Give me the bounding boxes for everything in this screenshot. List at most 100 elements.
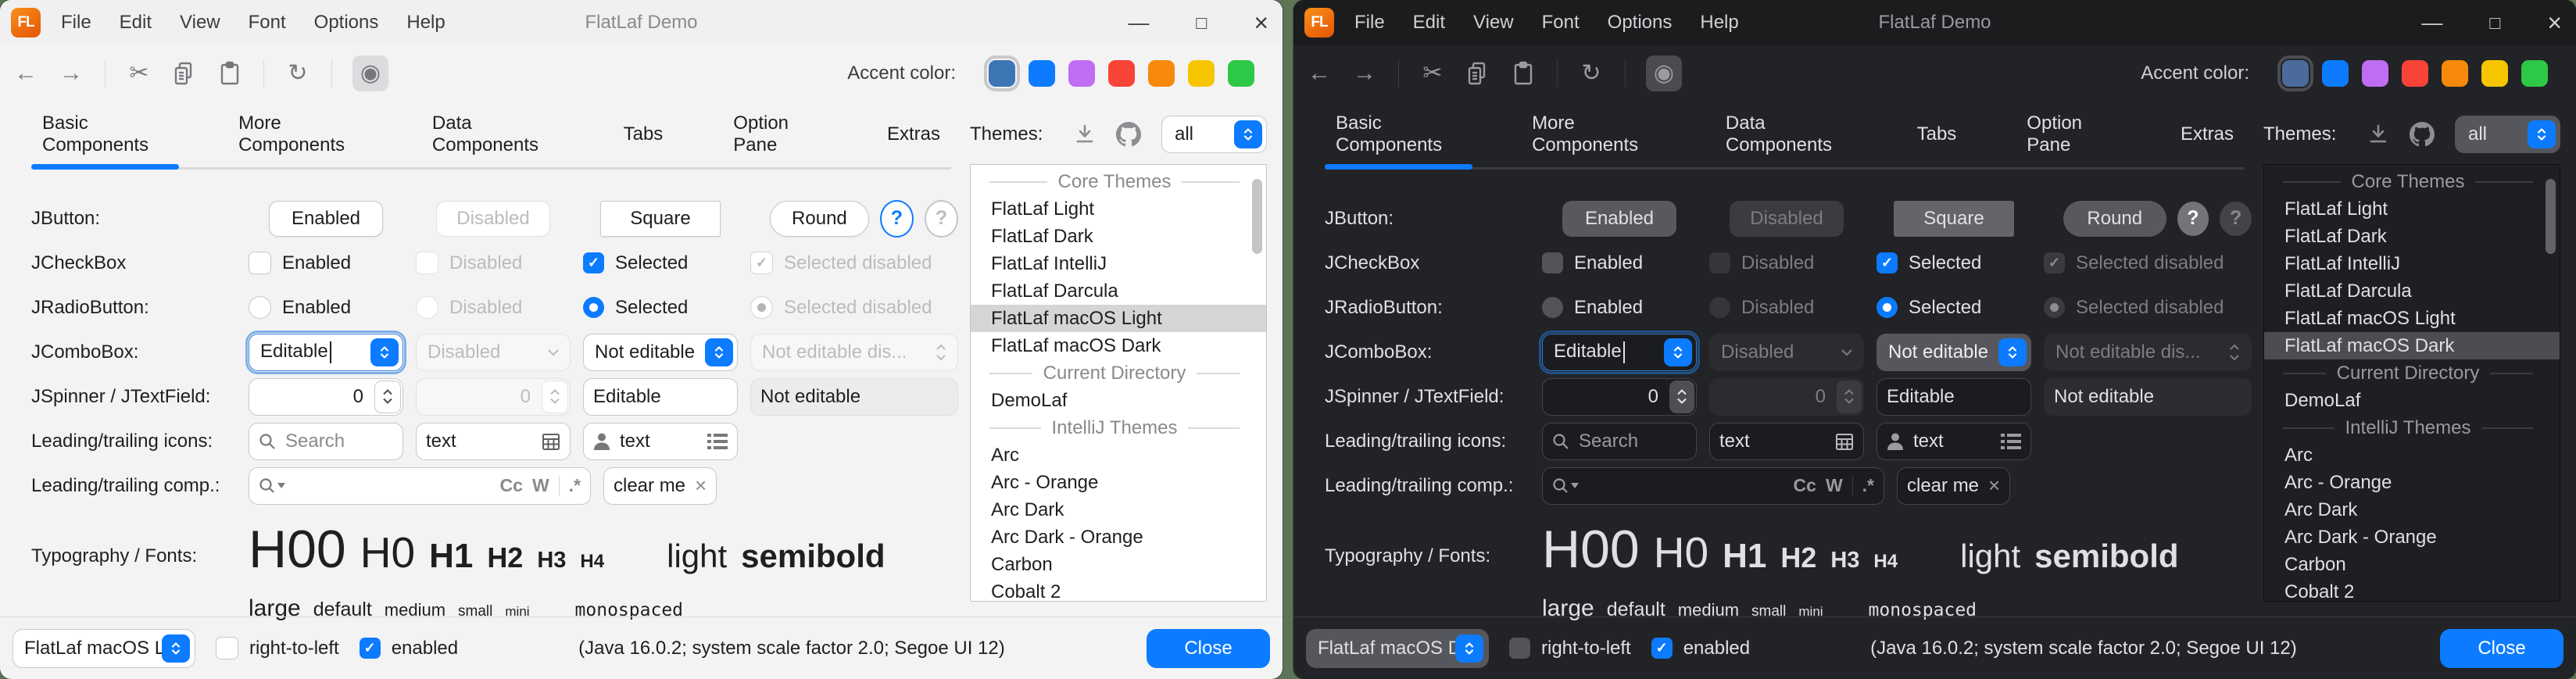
theme-list-item[interactable]: FlatLaf macOS Dark bbox=[2264, 332, 2560, 359]
accent-swatch[interactable] bbox=[1148, 60, 1175, 87]
theme-list-item[interactable]: FlatLaf IntelliJ bbox=[2264, 250, 2560, 277]
tab[interactable]: More Components bbox=[227, 102, 373, 167]
help-button[interactable]: ? bbox=[2177, 202, 2209, 236]
menu-item[interactable]: Help bbox=[1700, 12, 1738, 34]
tab[interactable]: More Components bbox=[1521, 102, 1666, 167]
square-button[interactable]: Square bbox=[600, 201, 721, 237]
theme-list-item[interactable]: Arc Dark bbox=[971, 496, 1266, 524]
laf-combobox[interactable]: FlatLaf macOS D... bbox=[1306, 629, 1489, 668]
combobox-arrow-icon[interactable] bbox=[1998, 338, 2027, 366]
combobox-arrow-icon[interactable] bbox=[1664, 338, 1692, 366]
radio-selected[interactable]: Selected bbox=[583, 297, 688, 319]
themes-list[interactable]: Core ThemesFlatLaf LightFlatLaf DarkFlat… bbox=[2263, 164, 2560, 602]
accent-swatch[interactable] bbox=[2402, 60, 2428, 87]
accent-swatch[interactable] bbox=[989, 60, 1015, 87]
accent-swatch[interactable] bbox=[2521, 60, 2548, 87]
github-icon[interactable] bbox=[2410, 122, 2435, 147]
accent-swatch[interactable] bbox=[1108, 60, 1135, 87]
accent-swatch[interactable] bbox=[2282, 60, 2309, 87]
clearable-input[interactable]: clear me × bbox=[603, 467, 717, 505]
theme-list-item[interactable]: DemoLaf bbox=[2264, 387, 2560, 414]
theme-list-item[interactable]: FlatLaf IntelliJ bbox=[971, 250, 1266, 277]
text-field-user-list[interactable]: text bbox=[583, 423, 738, 460]
enabled-button[interactable]: Enabled bbox=[1562, 201, 1676, 237]
not-editable-combobox[interactable]: Not editable bbox=[1877, 334, 2031, 371]
theme-list-item[interactable]: IntelliJ Themes bbox=[2264, 414, 2560, 441]
theme-list-item[interactable]: FlatLaf Darcula bbox=[2264, 277, 2560, 305]
checkbox-selected[interactable]: ✓Selected bbox=[1877, 252, 1981, 274]
calendar-icon[interactable] bbox=[1835, 432, 1854, 451]
whole-word-toggle[interactable]: W bbox=[1826, 475, 1843, 496]
show-hidden-toggle-eye-icon[interactable]: ◉ bbox=[352, 55, 388, 91]
whole-word-toggle[interactable]: W bbox=[532, 475, 549, 496]
theme-list-item[interactable]: FlatLaf Dark bbox=[2264, 223, 2560, 250]
accent-swatch[interactable] bbox=[1188, 60, 1215, 87]
theme-list-item[interactable]: FlatLaf Dark bbox=[971, 223, 1266, 250]
menu-item[interactable]: Font bbox=[249, 12, 286, 34]
minimize-button[interactable]: — bbox=[2421, 13, 2442, 34]
text-field-calendar[interactable]: text bbox=[1709, 423, 1864, 460]
square-button[interactable]: Square bbox=[1894, 201, 2014, 237]
calendar-icon[interactable] bbox=[542, 432, 560, 451]
text-field-calendar[interactable]: text bbox=[416, 423, 571, 460]
scrollbar-thumb[interactable] bbox=[2546, 179, 2556, 254]
theme-list-item[interactable]: Arc - Orange bbox=[971, 469, 1266, 496]
themes-list[interactable]: Core ThemesFlatLaf LightFlatLaf DarkFlat… bbox=[970, 164, 1267, 602]
enabled-checkbox[interactable]: ✓ enabled bbox=[1651, 638, 1750, 659]
download-icon[interactable] bbox=[2367, 123, 2389, 145]
theme-list-item[interactable]: IntelliJ Themes bbox=[971, 414, 1266, 441]
right-to-left-checkbox[interactable]: right-to-left bbox=[216, 637, 339, 659]
accent-swatch[interactable] bbox=[2362, 60, 2388, 87]
refresh-icon[interactable]: ↻ bbox=[284, 55, 311, 91]
clearable-input[interactable]: clear me × bbox=[1897, 467, 2010, 505]
checkbox-selected[interactable]: ✓Selected bbox=[583, 252, 688, 274]
accent-swatch[interactable] bbox=[2481, 60, 2508, 87]
radio-enabled[interactable]: Enabled bbox=[249, 296, 351, 319]
spinner[interactable]: 0 bbox=[249, 378, 403, 416]
theme-list-item[interactable]: Arc Dark - Orange bbox=[971, 524, 1266, 551]
menu-item[interactable]: Help bbox=[406, 12, 445, 34]
spinner-arrows-icon[interactable] bbox=[374, 381, 401, 413]
theme-list-item[interactable]: FlatLaf macOS Light bbox=[2264, 305, 2560, 332]
match-case-toggle[interactable]: Cc bbox=[1794, 475, 1816, 496]
tab[interactable]: Tabs bbox=[613, 102, 674, 167]
themes-filter-combobox[interactable]: all bbox=[1161, 116, 1267, 153]
enabled-button[interactable]: Enabled bbox=[269, 201, 383, 237]
theme-list-item[interactable]: Arc - Orange bbox=[2264, 469, 2560, 496]
close-window-button[interactable]: × bbox=[1254, 10, 1268, 35]
github-icon[interactable] bbox=[1116, 122, 1141, 147]
close-window-button[interactable]: × bbox=[2547, 10, 2562, 35]
maximize-button[interactable]: □ bbox=[2489, 14, 2500, 32]
clear-icon[interactable]: × bbox=[1988, 474, 2000, 498]
regex-toggle[interactable]: .* bbox=[1862, 475, 1874, 496]
list-icon[interactable] bbox=[707, 433, 728, 450]
search-dropdown-icon[interactable] bbox=[259, 477, 285, 495]
forward-icon[interactable]: → bbox=[58, 55, 84, 91]
editable-textfield[interactable]: Editable bbox=[1877, 378, 2031, 416]
scrollbar-thumb[interactable] bbox=[1252, 179, 1262, 254]
list-icon[interactable] bbox=[2001, 433, 2021, 450]
paste-icon[interactable] bbox=[216, 55, 243, 91]
right-to-left-checkbox[interactable]: right-to-left bbox=[1509, 638, 1631, 659]
tab[interactable]: Extras bbox=[876, 102, 951, 167]
combobox-arrow-icon[interactable] bbox=[2528, 120, 2556, 148]
themes-filter-combobox[interactable]: all bbox=[2455, 116, 2560, 153]
round-button[interactable]: Round bbox=[770, 201, 869, 237]
menu-item[interactable]: Edit bbox=[120, 12, 152, 34]
search-input[interactable]: Search bbox=[1542, 423, 1697, 460]
clear-icon[interactable]: × bbox=[695, 474, 707, 498]
back-icon[interactable]: ← bbox=[1306, 55, 1333, 91]
tab[interactable]: Option Pane bbox=[2016, 102, 2121, 167]
menu-item[interactable]: View bbox=[1473, 12, 1514, 34]
editable-textfield[interactable]: Editable bbox=[583, 378, 738, 416]
combobox-arrow-icon[interactable] bbox=[705, 338, 733, 366]
spinner-arrows-icon[interactable] bbox=[1669, 381, 1694, 413]
search-dropdown-icon[interactable] bbox=[1552, 477, 1579, 495]
close-button[interactable]: Close bbox=[2440, 629, 2563, 668]
match-case-toggle[interactable]: Cc bbox=[500, 475, 523, 496]
accent-swatch[interactable] bbox=[2442, 60, 2468, 87]
tab[interactable]: Data Components bbox=[1715, 102, 1858, 167]
paste-icon[interactable] bbox=[1510, 55, 1537, 91]
close-button[interactable]: Close bbox=[1147, 629, 1270, 668]
round-button[interactable]: Round bbox=[2063, 201, 2166, 237]
